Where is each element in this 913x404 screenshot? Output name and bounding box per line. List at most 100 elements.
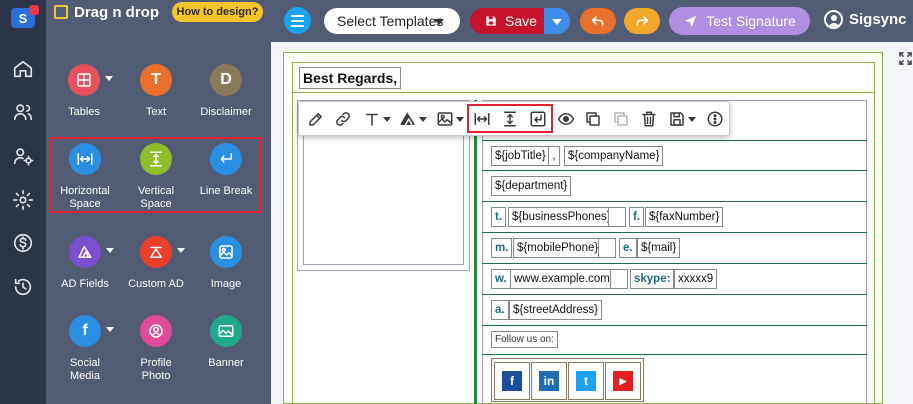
gear-icon[interactable] bbox=[9, 186, 37, 214]
tile-social-media[interactable]: f Social Media bbox=[50, 315, 120, 383]
redo-icon bbox=[636, 16, 649, 26]
company-name-field[interactable]: ${companyName} bbox=[564, 146, 664, 166]
row-divider bbox=[482, 201, 867, 202]
email-key[interactable]: e. bbox=[619, 238, 637, 258]
department-field[interactable]: ${department} bbox=[491, 176, 572, 196]
app-logo[interactable]: S bbox=[11, 5, 39, 28]
tile-profile-photo[interactable]: Profile Photo bbox=[121, 315, 191, 383]
spacer-cell[interactable] bbox=[598, 238, 616, 258]
youtube-icon[interactable]: ▶ bbox=[613, 371, 633, 391]
font-icon[interactable] bbox=[362, 108, 392, 130]
send-icon bbox=[685, 15, 697, 27]
how-to-design-button[interactable]: How to design? bbox=[172, 2, 263, 22]
tile-label: Text bbox=[145, 106, 167, 118]
users-icon[interactable] bbox=[9, 98, 37, 126]
mobile-key[interactable]: m. bbox=[491, 238, 513, 258]
image-icon bbox=[210, 236, 242, 268]
banner-icon bbox=[210, 315, 242, 347]
tile-line-break[interactable]: Line Break bbox=[191, 143, 261, 198]
regards-text[interactable]: Best Regards, bbox=[299, 67, 402, 89]
tile-image[interactable]: Image bbox=[191, 236, 261, 291]
history-icon[interactable] bbox=[9, 273, 37, 301]
color-icon[interactable] bbox=[398, 108, 428, 130]
address-key[interactable]: a. bbox=[491, 300, 509, 320]
tile-horizontal-space[interactable]: Horizontal Space bbox=[50, 143, 120, 211]
user-settings-icon[interactable] bbox=[9, 142, 37, 170]
save-block-icon[interactable] bbox=[666, 108, 698, 130]
tile-label: AD Fields bbox=[61, 278, 109, 290]
social-cell[interactable]: in bbox=[531, 362, 567, 400]
redo-button[interactable] bbox=[624, 8, 660, 34]
social-cell[interactable]: f bbox=[494, 362, 530, 400]
expand-icon[interactable] bbox=[899, 52, 912, 65]
select-templates-dropdown[interactable]: Select Templates bbox=[324, 8, 460, 34]
fax-key[interactable]: f. bbox=[629, 207, 645, 227]
row-divider bbox=[482, 325, 867, 326]
facebook-icon[interactable]: f bbox=[502, 371, 522, 391]
twitter-icon[interactable]: t bbox=[576, 371, 596, 391]
logo-badge bbox=[29, 5, 39, 15]
line-break-icon bbox=[210, 143, 242, 175]
chevron-down-icon[interactable] bbox=[106, 248, 114, 253]
skype-key[interactable]: skype: bbox=[630, 269, 675, 289]
spacer-cell[interactable] bbox=[610, 269, 628, 289]
fax-number-field[interactable]: ${faxNumber} bbox=[645, 207, 724, 227]
web-key[interactable]: w. bbox=[491, 269, 511, 289]
tile-banner[interactable]: Banner bbox=[191, 315, 261, 370]
test-signature-label: Test Signature bbox=[706, 13, 796, 29]
mobile-phone-field[interactable]: ${mobilePhone} bbox=[513, 238, 603, 258]
chevron-down-icon[interactable] bbox=[177, 248, 185, 253]
website-field[interactable]: www.example.com bbox=[510, 269, 614, 289]
vertical-space-icon[interactable] bbox=[499, 108, 521, 130]
chevron-down-icon[interactable] bbox=[106, 327, 114, 332]
job-title-field[interactable]: ${jobTitle} bbox=[491, 146, 550, 166]
row-divider bbox=[482, 263, 867, 264]
user-icon bbox=[824, 10, 843, 29]
chevron-down-icon bbox=[434, 19, 444, 25]
home-icon[interactable] bbox=[9, 55, 37, 83]
follow-us-text[interactable]: Follow us on: bbox=[491, 331, 558, 348]
chevron-down-icon[interactable] bbox=[105, 76, 113, 81]
phone-key[interactable]: t. bbox=[491, 207, 507, 227]
business-phones-field[interactable]: ${businessPhones} bbox=[508, 207, 615, 227]
tile-ad-fields[interactable]: AD Fields bbox=[50, 236, 120, 291]
photo-placeholder[interactable] bbox=[303, 128, 464, 265]
more-icon[interactable] bbox=[704, 108, 726, 130]
duplicate-icon[interactable] bbox=[583, 108, 603, 130]
twitter-glyph: t bbox=[584, 374, 588, 388]
tile-vertical-space[interactable]: Vertical Space bbox=[121, 143, 191, 211]
image-icon[interactable] bbox=[435, 108, 465, 130]
tile-custom-ad[interactable]: Custom AD bbox=[121, 236, 191, 291]
custom-ad-icon bbox=[140, 236, 172, 268]
comma-text[interactable]: , bbox=[548, 146, 560, 166]
save-options-button[interactable] bbox=[544, 8, 570, 34]
user-menu[interactable]: Sigsync bbox=[824, 10, 907, 29]
tile-disclaimer[interactable]: D Disclaimer bbox=[191, 64, 261, 119]
tile-text[interactable]: T Text bbox=[121, 64, 191, 119]
tile-tables[interactable]: Tables bbox=[49, 64, 119, 119]
tile-label: Disclaimer bbox=[200, 106, 252, 118]
link-icon[interactable] bbox=[333, 108, 353, 130]
dollar-icon[interactable] bbox=[9, 229, 37, 257]
street-address-field[interactable]: ${streetAddress} bbox=[509, 300, 603, 320]
linkedin-icon[interactable]: in bbox=[539, 371, 559, 391]
spacer-cell[interactable] bbox=[608, 207, 626, 227]
undo-button[interactable] bbox=[580, 8, 616, 34]
delete-icon[interactable] bbox=[639, 108, 659, 130]
mail-field[interactable]: ${mail} bbox=[637, 238, 681, 258]
preview-icon[interactable] bbox=[556, 108, 576, 130]
save-button[interactable]: Save bbox=[470, 8, 544, 34]
edit-icon[interactable] bbox=[306, 108, 326, 130]
social-cell[interactable]: ▶ bbox=[605, 362, 641, 400]
save-label: Save bbox=[505, 13, 537, 29]
line-break-icon[interactable] bbox=[527, 108, 549, 130]
horizontal-space-icon[interactable] bbox=[471, 108, 493, 130]
test-signature-button[interactable]: Test Signature bbox=[669, 7, 810, 35]
social-media-icon: f bbox=[69, 315, 101, 347]
skype-field[interactable]: xxxxx9 bbox=[674, 269, 718, 289]
social-cell[interactable]: t bbox=[568, 362, 604, 400]
paste-icon[interactable] bbox=[611, 108, 631, 130]
undo-icon bbox=[591, 16, 604, 26]
menu-icon[interactable] bbox=[284, 7, 311, 34]
text-glyph: T bbox=[151, 71, 161, 88]
